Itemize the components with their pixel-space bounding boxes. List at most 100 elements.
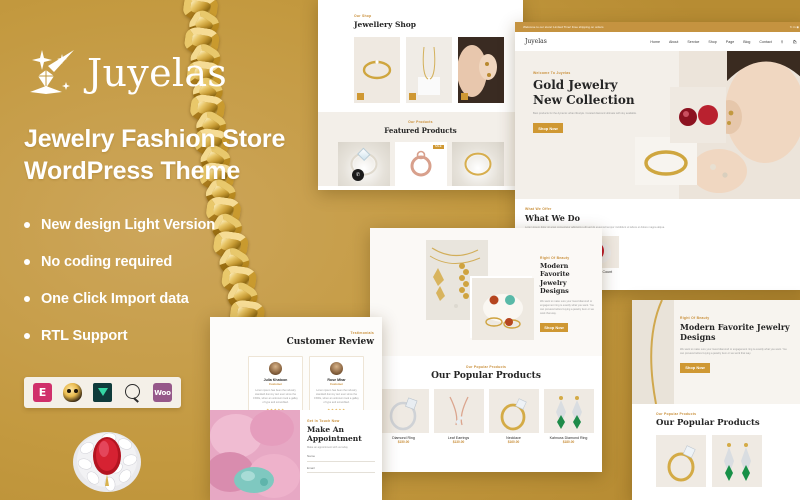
floral-image [210, 410, 300, 500]
announcement-bar: Welcome to our store! Limited Time! Free… [515, 22, 800, 32]
title-line-2: Designs [680, 332, 716, 343]
product-card[interactable]: Necklace $160.00 [488, 389, 539, 444]
hero-bracelet-image [635, 137, 697, 185]
product-thumb[interactable] [656, 435, 706, 487]
section-title: Jewellery Shop [354, 20, 417, 29]
product-price: $130.00 [452, 440, 465, 444]
ruby-ring-image [55, 412, 160, 500]
section-eyebrow: Right Of Beauty [540, 256, 570, 260]
page-title: Jewelry Fashion Store WordPress Theme [24, 124, 324, 187]
product-thumb[interactable] [337, 141, 390, 186]
product-price: $160.00 [507, 440, 520, 444]
section-title: Our Popular Products [656, 418, 760, 428]
preview-modern-designs-secondary[interactable]: Right Of Beauty Modern Favorite Jewelry … [632, 300, 800, 500]
product-card[interactable]: Diamond Ring $150.00 [378, 389, 429, 444]
field-label-email: Email [307, 465, 315, 470]
nav-item-page[interactable]: Page [726, 40, 734, 44]
section-eyebrow: What We Offer [525, 207, 552, 211]
preview-jewellery-shop[interactable]: Our Shop Jewellery Shop Our Products Fea… [318, 0, 523, 190]
product-thumb[interactable] [451, 141, 504, 186]
section-eyebrow: Our Shop [354, 14, 372, 18]
search-icon[interactable]: ⚲ [781, 40, 784, 44]
nav-item-contact[interactable]: Contact [759, 40, 771, 44]
nav-item-shop[interactable]: Shop [708, 40, 716, 44]
feature-label: One Click Import data [41, 291, 189, 307]
form-hint: Make an appointment with us today [307, 446, 348, 449]
feature-label: New design Light Version [41, 217, 216, 233]
diamond-sparkle-icon [24, 48, 80, 98]
hero-title: Gold Jewelry New Collection [533, 78, 658, 107]
list-item: No coding required [24, 254, 324, 270]
list-item: One Click Import data [24, 291, 324, 307]
feature-list: New design Light Version No coding requi… [24, 217, 324, 344]
headline-line-1: Jewelry Fashion Store [24, 125, 286, 153]
brand-name: Juyelas [87, 51, 228, 95]
list-item: RTL Support [24, 328, 324, 344]
section-title: Modern Favorite Jewelry Designs [680, 322, 800, 343]
headline-line-2: WordPress Theme [24, 156, 241, 185]
product-thumb[interactable]: SALE [394, 141, 447, 186]
preview-modern-designs[interactable]: Right Of Beauty Modern Favorite Jewelry … [370, 228, 602, 472]
product-thumb[interactable] [712, 435, 762, 487]
title-line-1: Modern Favorite Jewelry [680, 322, 790, 332]
woocommerce-badge-icon: Woo [153, 383, 172, 402]
feature-label: RTL Support [41, 328, 128, 344]
hero-text: Best products for the dynamic urban life… [533, 112, 637, 116]
cart-icon[interactable]: 🛍 [792, 40, 797, 44]
title-line-2: Designs [540, 287, 569, 296]
section-eyebrow: Our Popular Products [465, 365, 507, 369]
nav-item-service[interactable]: Service [687, 40, 699, 44]
nav-logo[interactable]: Juyelas [525, 38, 547, 45]
section-eyebrow: Right Of Beauty [680, 316, 710, 320]
product-card[interactable]: Kahnuss Diamond Ring $180.00 [543, 389, 594, 444]
email-input[interactable] [307, 472, 375, 474]
bullet-icon [24, 222, 30, 228]
vue-badge-icon [93, 383, 112, 402]
section-title: What We Do [525, 212, 580, 223]
field-label-name: Name [307, 454, 316, 459]
hero-content: Juyelas Jewelry Fashion Store WordPress … [24, 48, 324, 408]
announcement-text: Welcome to our store! Limited Time! Free… [523, 25, 604, 29]
avatar [330, 362, 343, 375]
form-eyebrow: Get In Touch Now [307, 419, 340, 423]
bullet-icon [24, 333, 30, 339]
shop-now-button[interactable]: Shop Now [680, 362, 710, 373]
shop-thumb[interactable] [406, 37, 452, 103]
nav-item-blog[interactable]: Blog [743, 40, 750, 44]
list-item: New design Light Version [24, 217, 324, 233]
product-price: $180.00 [562, 440, 575, 444]
section-title: Featured Products [384, 125, 457, 135]
social-icons[interactable]: f t in ◉ [790, 25, 799, 29]
section-text: We want to make sure your loved diamond … [680, 347, 787, 355]
shop-thumb[interactable] [354, 37, 400, 103]
feature-label: No coding required [41, 254, 173, 270]
form-title: Make An Appointment [307, 425, 362, 443]
section-title: Modern Favorite Jewelry Designs [540, 262, 598, 296]
revslider-badge-icon [123, 383, 142, 402]
shop-thumb[interactable] [458, 37, 504, 103]
nav-links[interactable]: Home About Service Shop Page Blog Contac… [650, 40, 797, 44]
hero-eyebrow: Welcome To Juyelas [533, 71, 571, 75]
product-price: $150.00 [397, 440, 410, 444]
title-line-1: Modern Favorite Jewelry [540, 262, 570, 287]
shop-now-button[interactable]: Shop Now [533, 123, 563, 134]
elementor-badge-icon: E [33, 383, 52, 402]
chain-side-image [632, 300, 674, 405]
section-text: We want to make sure your loved diamond … [540, 299, 594, 315]
nav-item-about[interactable]: About [669, 40, 678, 44]
mailchimp-badge-icon [63, 383, 82, 402]
technology-badges: E Woo [24, 377, 181, 408]
bullet-icon [24, 259, 30, 265]
name-input[interactable] [307, 460, 375, 462]
rings-image [470, 276, 534, 340]
chat-icon[interactable]: ✆ [352, 169, 364, 181]
shop-now-button[interactable]: Shop Now [540, 322, 568, 332]
brand-logo: Juyelas [24, 48, 324, 98]
product-card[interactable]: Leaf Earrings $130.00 [433, 389, 484, 444]
section-eyebrow: Our Products [408, 120, 433, 124]
appointment-section: Get In Touch Now Make An Appointment Mak… [210, 410, 382, 500]
hero-earring-image [670, 87, 726, 143]
hero-title-line-1: Gold Jewelry [533, 78, 618, 92]
site-navigation[interactable]: Juyelas Home About Service Shop Page Blo… [515, 32, 800, 51]
nav-item-home[interactable]: Home [650, 40, 660, 44]
